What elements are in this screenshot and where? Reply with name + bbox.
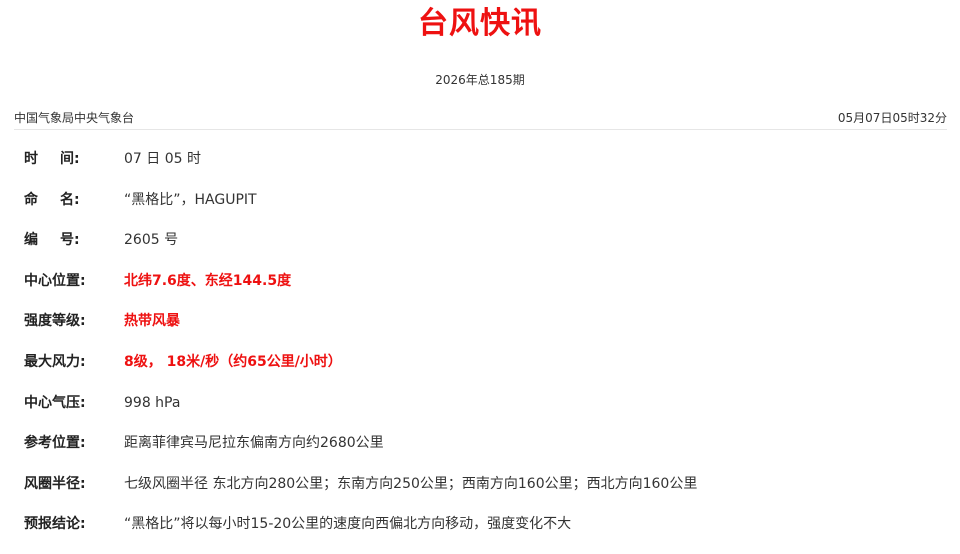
field-name: 命名: “黑格比”，HAGUPIT [24,189,944,230]
agency-name: 中国气象局中央气象台 [14,111,135,125]
issue-number: 2026年总185期 [435,73,525,87]
field-label: 风圈半径: [24,475,86,492]
field-value-time: 07 日 05 时 [124,151,201,167]
field-value-name: “黑格比”，HAGUPIT [124,191,257,208]
publish-timestamp: 05月07日05时32分 [837,111,947,125]
field-value-number: 2605 号 [124,232,179,249]
field-label: 时间: [24,151,80,167]
field-value-max-wind: 8级， 18米/秒（约65公里/小时） [124,353,342,370]
field-forecast: 预报结论: “黑格比”将以每小时15-20公里的速度向西偏北方向移动，强度变化不… [24,513,944,554]
field-center-pressure: 中心气压: 998 hPa [24,392,944,433]
field-wind-radius: 风圈半径: 七级风圈半径 东北方向280公里；东南方向250公里；西南方向160… [24,473,944,514]
field-center-position: 中心位置: 北纬7.6度、东经144.5度 [24,270,944,311]
field-label: 中心位置: [24,272,86,289]
field-value-center-pressure: 998 hPa [124,394,181,411]
field-value-forecast: “黑格比”将以每小时15-20公里的速度向西偏北方向移动，强度变化不大 [124,516,572,533]
field-value-center-position: 北纬7.6度、东经144.5度 [124,272,292,289]
field-value-intensity-level: 热带风暴 [124,313,180,330]
field-value-reference-position: 距离菲律宾马尼拉东偏南方向约2680公里 [124,435,384,452]
field-label: 命名: [24,191,80,208]
meta-bar: 中国气象局中央气象台 05月07日05时32分 [14,109,947,130]
field-max-wind: 最大风力: 8级， 18米/秒（约65公里/小时） [24,351,944,392]
field-label: 最大风力: [24,353,86,370]
field-time: 时间: 07 日 05 时 [24,148,944,189]
field-label: 参考位置: [24,435,86,452]
field-label: 编号: [24,232,80,249]
field-reference-position: 参考位置: 距离菲律宾马尼拉东偏南方向约2680公里 [24,432,944,473]
field-value-wind-radius: 七级风圈半径 东北方向280公里；东南方向250公里；西南方向160公里；西北方… [124,475,698,492]
field-number: 编号: 2605 号 [24,229,944,270]
page-title: 台风快讯 [418,6,542,41]
field-label: 预报结论: [24,516,86,533]
field-label: 中心气压: [24,394,86,411]
field-intensity-level: 强度等级: 热带风暴 [24,310,944,351]
typhoon-info-list: 时间: 07 日 05 时 命名: “黑格比”，HAGUPIT 编号: 2605… [24,148,944,554]
field-label: 强度等级: [24,313,86,330]
